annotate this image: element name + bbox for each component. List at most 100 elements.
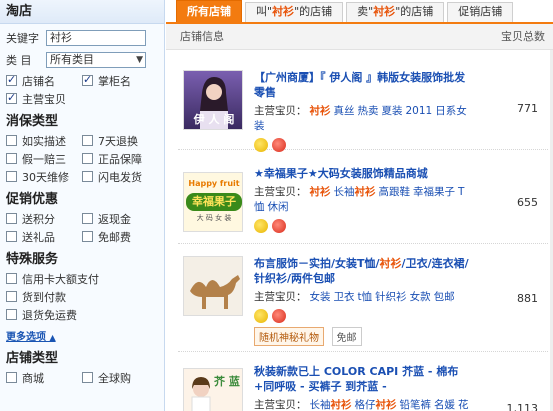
shop-title-link[interactable]: 布言服饰－实拍/女装T恤/衬衫/卫衣/连衣裙/针织衫/两件包邮 — [254, 256, 474, 286]
consumer-protection-checkbox[interactable] — [6, 171, 17, 182]
special-service-checkbox[interactable] — [6, 309, 17, 320]
consumer-protection-checkbox[interactable] — [82, 153, 93, 164]
seller-level-icon[interactable] — [254, 138, 268, 152]
main-item-tag[interactable]: 卫衣 — [334, 291, 355, 303]
consumer-protection-option[interactable]: 30天维修 — [6, 169, 82, 184]
shop-type-checkbox[interactable] — [82, 372, 93, 383]
shop-logo-caption: 大 码 女 装 — [196, 214, 232, 222]
category-select[interactable]: 所有类目 ▼ — [46, 52, 146, 68]
seller-level-icon[interactable] — [254, 219, 268, 233]
main-item-tag[interactable]: 长袖衬衫 — [334, 186, 376, 198]
main-item-tag[interactable]: 休闲 — [268, 201, 289, 213]
tab-3[interactable]: 促销店铺 — [447, 2, 514, 22]
shop-item-count: 655 — [517, 196, 538, 209]
consumer-protection-checkbox[interactable] — [82, 135, 93, 146]
main-item-tag[interactable]: 针织衫 — [375, 291, 407, 303]
main-item-tag[interactable]: 格仔衬衫 — [355, 399, 397, 411]
main-item-tag[interactable]: 长袖衬衫 — [310, 399, 352, 411]
tab-0[interactable]: 所有店铺 — [176, 0, 242, 22]
promotion-option[interactable]: 免邮费 — [82, 229, 158, 244]
special-service-checkbox[interactable] — [6, 291, 17, 302]
consumer-protection-checkbox[interactable] — [6, 153, 17, 164]
shop-type-title: 店铺类型 — [6, 351, 59, 366]
keyword-row: 关键字 衬衫 — [0, 28, 164, 48]
consumer-protection-option[interactable]: 如实描述 — [6, 133, 82, 148]
main-item-tag[interactable]: 衬衫 — [310, 186, 331, 198]
search-field-checkbox[interactable] — [82, 73, 93, 86]
main-item-tag[interactable]: 女装 — [310, 291, 331, 303]
main-item-tag[interactable]: 名媛 — [434, 399, 455, 411]
special-service-title: 特殊服务 — [6, 252, 59, 267]
search-field-label: 主营宝贝 — [22, 92, 66, 106]
search-field-checkbox[interactable] — [6, 73, 17, 86]
main-item-tag[interactable]: 热卖 — [358, 105, 379, 117]
shop-row: 伊 人 阁 【广州商厦】『 伊人阁 』韩版女装服饰批发零售 主营宝贝： 衬衫 真丝热… — [178, 62, 548, 152]
promotion-option[interactable]: 送礼品 — [6, 229, 82, 244]
main-item-tag[interactable]: t恤 — [358, 291, 373, 303]
consumer-protection-label: 正品保障 — [98, 152, 142, 166]
seller-level-icon[interactable] — [254, 309, 268, 323]
shop-type-label: 商城 — [22, 371, 44, 385]
shop-logo[interactable]: Happy fruit 幸福果子 大 码 女 装 — [183, 172, 243, 232]
consumer-protection-label: 30天维修 — [22, 170, 69, 184]
search-field-checkbox[interactable] — [6, 91, 17, 104]
consumer-protection-icon[interactable] — [272, 219, 286, 233]
header-shop-info: 店铺信息 — [180, 30, 224, 43]
consumer-protection-title: 消保类型 — [6, 114, 59, 129]
search-field-option[interactable]: 主营宝贝 — [6, 91, 82, 106]
shop-logo[interactable] — [183, 256, 243, 316]
search-field-option[interactable]: 店铺名 — [6, 73, 82, 88]
tab-2[interactable]: 卖"衬衫"的店铺 — [346, 2, 445, 22]
promotion-label: 免邮费 — [98, 230, 131, 244]
promotion-checkbox[interactable] — [6, 231, 17, 242]
special-service-checkbox[interactable] — [6, 273, 17, 284]
shop-title-link[interactable]: ★幸福果子★大码女装服饰精品商城 — [254, 166, 474, 181]
consumer-protection-option[interactable]: 7天退换 — [82, 133, 158, 148]
main-item-tag[interactable]: 包邮 — [434, 291, 455, 303]
keyword-highlight: 衬衫 — [330, 399, 352, 411]
consumer-protection-icon[interactable] — [272, 138, 286, 152]
consumer-protection-checkbox[interactable] — [82, 171, 93, 182]
special-service-option[interactable]: 退货免运费 — [6, 307, 158, 322]
consumer-protection-option[interactable]: 正品保障 — [82, 151, 158, 166]
search-field-option[interactable]: 掌柜名 — [82, 73, 158, 88]
promotion-checkbox[interactable] — [82, 213, 93, 224]
special-service-option[interactable]: 信用卡大额支付 — [6, 271, 158, 286]
shop-title-link[interactable]: 秋装新款已上 COLOR CAPI 芥蓝 - 棉布+同呼吸 - 买裤子 到芥蓝 … — [254, 364, 474, 394]
main-item-tag[interactable]: 真丝 — [334, 105, 355, 117]
consumer-protection-checkbox[interactable] — [6, 135, 17, 146]
shop-main-items: 主营宝贝： 衬衫 真丝 热卖 夏装 2011 日系女装 — [254, 104, 474, 134]
shop-type-checkbox[interactable] — [6, 372, 17, 383]
main-item-tag[interactable]: 女款 — [410, 291, 431, 303]
search-field-options: 店铺名 掌柜名主营宝贝 — [0, 73, 164, 106]
promotion-option[interactable]: 返现金 — [82, 211, 158, 226]
list-header: 店铺信息 宝贝总数 — [166, 24, 553, 50]
shop-type-option[interactable]: 全球购 — [82, 370, 158, 385]
more-options-link[interactable]: 更多选项 ▲ — [6, 328, 56, 343]
tab-1[interactable]: 叫"衬衫"的店铺 — [245, 2, 344, 22]
shop-title-link[interactable]: 【广州商厦】『 伊人阁 』韩版女装服饰批发零售 — [254, 70, 474, 100]
main-item-tag[interactable]: 高跟鞋 — [379, 186, 411, 198]
promo-chip-gift[interactable]: 随机神秘礼物 — [254, 327, 324, 346]
promotion-checkbox[interactable] — [6, 213, 17, 224]
consumer-protection-option[interactable]: 闪电发货 — [82, 169, 158, 184]
shop-logo[interactable]: 芥 蓝 — [183, 368, 243, 411]
keyword-highlight: 衬衫 — [309, 186, 331, 198]
promotion-checkbox[interactable] — [82, 231, 93, 242]
consumer-protection-option[interactable]: 假一赔三 — [6, 151, 82, 166]
shop-type-option[interactable]: 商城 — [6, 370, 82, 385]
main-item-tag[interactable]: 花 — [458, 399, 469, 411]
main-items-label: 主营宝贝： — [254, 399, 307, 411]
shop-logo[interactable]: 伊 人 阁 — [183, 70, 243, 130]
promo-chip-free-shipping[interactable]: 免邮 — [331, 327, 362, 346]
main-item-tag[interactable]: 铅笔裤 — [400, 399, 432, 411]
main-item-tag[interactable]: 幸福果子 — [413, 186, 455, 198]
promotion-option[interactable]: 送积分 — [6, 211, 82, 226]
consumer-protection-icon[interactable] — [272, 309, 286, 323]
keyword-input[interactable]: 衬衫 — [46, 30, 146, 46]
main-item-tag[interactable]: 2011 — [406, 105, 433, 117]
main-item-tag[interactable]: 衬衫 — [310, 105, 331, 117]
keyword-highlight: 衬衫 — [354, 186, 376, 198]
special-service-option[interactable]: 货到付款 — [6, 289, 158, 304]
main-item-tag[interactable]: 夏装 — [382, 105, 403, 117]
